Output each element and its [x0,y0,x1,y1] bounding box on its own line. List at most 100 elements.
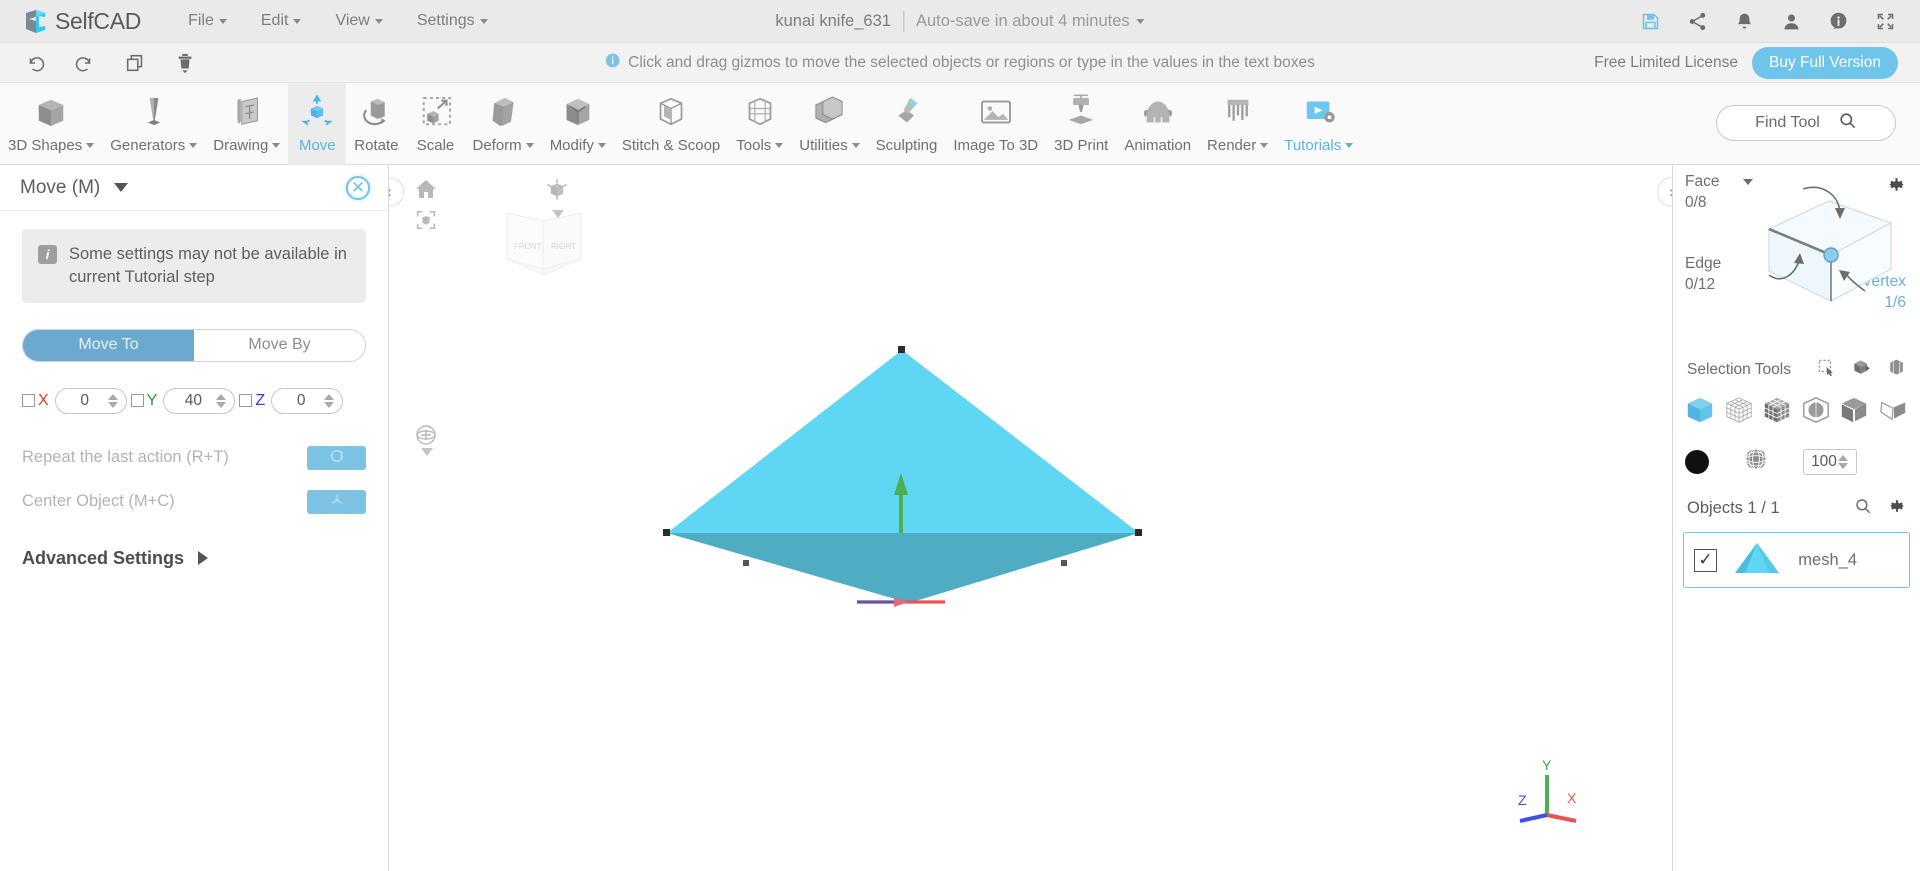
filled-circle-icon[interactable] [1685,449,1709,474]
move-icon [296,89,338,135]
axis-y-checkbox[interactable] [130,394,144,408]
chevron-down-icon [272,143,281,148]
find-tool-search[interactable]: Find Tool [1716,105,1896,141]
through-select-icon[interactable] [1887,358,1906,382]
chevron-right-icon [198,551,209,566]
tool-deform[interactable]: Deform [465,83,542,165]
menu-settings-label: Settings [416,12,475,29]
move-by-segment[interactable]: Move By [194,330,365,361]
axis-x-group: X 0 [22,387,127,414]
repeat-action-button[interactable] [307,445,366,470]
axis-x-checkbox[interactable] [22,394,35,408]
tool-3d-shapes[interactable]: 3D Shapes [0,83,102,165]
object-list-item-mesh-4[interactable]: ✓ mesh_4 [1683,532,1910,588]
edge-selection[interactable]: Edge 0/12 [1685,255,1721,294]
dense-grid-cube-icon[interactable] [1762,395,1792,430]
object-visibility-checkbox[interactable]: ✓ [1694,548,1717,572]
tool-animation[interactable]: Animation [1116,83,1199,165]
selection-panel: Face 0/8 Edge 0/12 Vertex 1/6 Selection … [1672,165,1920,871]
tool-tutorials[interactable]: Tutorials [1276,83,1361,165]
scene-canvas[interactable] [389,165,1672,871]
center-object-button[interactable] [307,489,366,514]
tool-move[interactable]: Move [288,83,347,165]
save-icon[interactable] [1639,10,1661,32]
menu-edit[interactable]: Edit [244,8,319,34]
tool-modify[interactable]: Modify [542,83,614,165]
wire-grid-cube-icon[interactable] [1724,395,1754,430]
plane-icon[interactable] [1878,395,1908,430]
mesh-sphere-icon[interactable] [1743,446,1769,477]
fit-to-view-icon[interactable] [415,209,437,236]
brand[interactable]: SelfCAD [0,8,141,35]
chevron-down-icon [293,18,302,24]
perspective-icon[interactable] [544,177,570,208]
autosave-status[interactable]: Auto-save in about 4 minutes [904,12,1145,31]
tool-3d-print[interactable]: 3D Print [1046,83,1116,165]
advanced-settings-toggle[interactable]: Advanced Settings [22,548,366,569]
bell-icon[interactable] [1733,10,1755,32]
axis-y-group: Y 40 [130,387,236,414]
buy-full-version-button[interactable]: Buy Full Version [1752,46,1898,79]
chevron-down-icon [1260,143,1269,148]
close-panel-button[interactable]: ✕ [346,175,370,200]
tool-utilities[interactable]: Utilities [791,83,867,165]
tool-generators[interactable]: Generators [102,83,205,165]
tool-render[interactable]: Render [1199,83,1276,165]
fullscreen-icon[interactable] [1874,10,1896,32]
chevron-down-icon[interactable] [421,448,433,456]
half-cube-icon[interactable] [1839,395,1869,430]
axis-z-checkbox[interactable] [239,394,253,408]
tutorial-notice-text: Some settings may not be available in cu… [69,245,347,286]
redo-icon[interactable] [74,52,96,74]
tool-sculpting[interactable]: Sculpting [868,83,946,165]
sphere-in-cube-icon[interactable] [1801,395,1831,430]
tool-scale[interactable]: Scale [407,83,465,165]
tool-tools-label: Tools [736,137,772,154]
user-icon[interactable] [1780,10,1802,32]
license-label: Free Limited License [1594,53,1738,71]
move-mode-toggle: Move To Move By [22,328,366,362]
menu-file[interactable]: File [171,8,244,34]
center-object-icon [329,492,345,511]
3d-viewport[interactable]: ‹ › [389,165,1672,871]
chevron-down-icon[interactable] [114,183,129,192]
undo-icon[interactable] [24,52,46,74]
menu-view[interactable]: View [318,8,399,34]
axis-x-label: X [38,391,49,409]
share-icon[interactable] [1686,10,1708,32]
search-icon[interactable] [1854,497,1872,520]
selection-tools-label: Selection Tools [1687,361,1791,378]
axis-z-stepper[interactable]: 0 [271,387,344,414]
delete-icon[interactable] [174,52,196,74]
gear-icon[interactable] [1888,497,1906,520]
rect-select-icon[interactable] [1817,358,1836,382]
tool-drawing[interactable]: Drawing [205,83,288,165]
tool-rotate[interactable]: Rotate [346,83,406,165]
copy-icon[interactable] [124,52,146,74]
sculpting-icon [886,89,928,135]
add-select-icon[interactable] [1852,358,1871,382]
tool-tools[interactable]: Tools [728,83,791,165]
cube-icon [30,89,72,135]
chevron-down-icon [479,18,488,24]
axis-x-stepper[interactable]: 0 [54,387,127,414]
stepper-arrows-icon [1838,454,1848,469]
tool-image-to-3d[interactable]: Image To 3D [945,83,1046,165]
menu-settings[interactable]: Settings [400,8,505,34]
info-icon[interactable] [1827,10,1849,32]
selection-overview: Face 0/8 Edge 0/12 Vertex 1/6 [1673,165,1920,355]
opacity-stepper[interactable]: 100 [1803,448,1857,475]
move-tool-panel: Move (M) ✕ i Some settings may not be av… [0,165,389,871]
objects-header-icons [1854,497,1906,520]
move-to-segment[interactable]: Move To [23,329,194,361]
axis-y-stepper[interactable]: 40 [163,387,236,414]
solid-cube-icon[interactable] [1685,395,1715,430]
display-options-row: 100 [1673,436,1920,487]
chevron-down-icon[interactable] [552,210,564,218]
document-title[interactable]: kunai knife_631 [775,12,903,31]
repeat-action-row: Repeat the last action (R+T) [22,436,366,480]
chevron-down-icon [1136,18,1145,24]
home-icon[interactable] [414,177,438,206]
stepper-arrows-icon [324,393,335,408]
tool-stitch-and-scoop[interactable]: Stitch & Scoop [614,83,728,165]
